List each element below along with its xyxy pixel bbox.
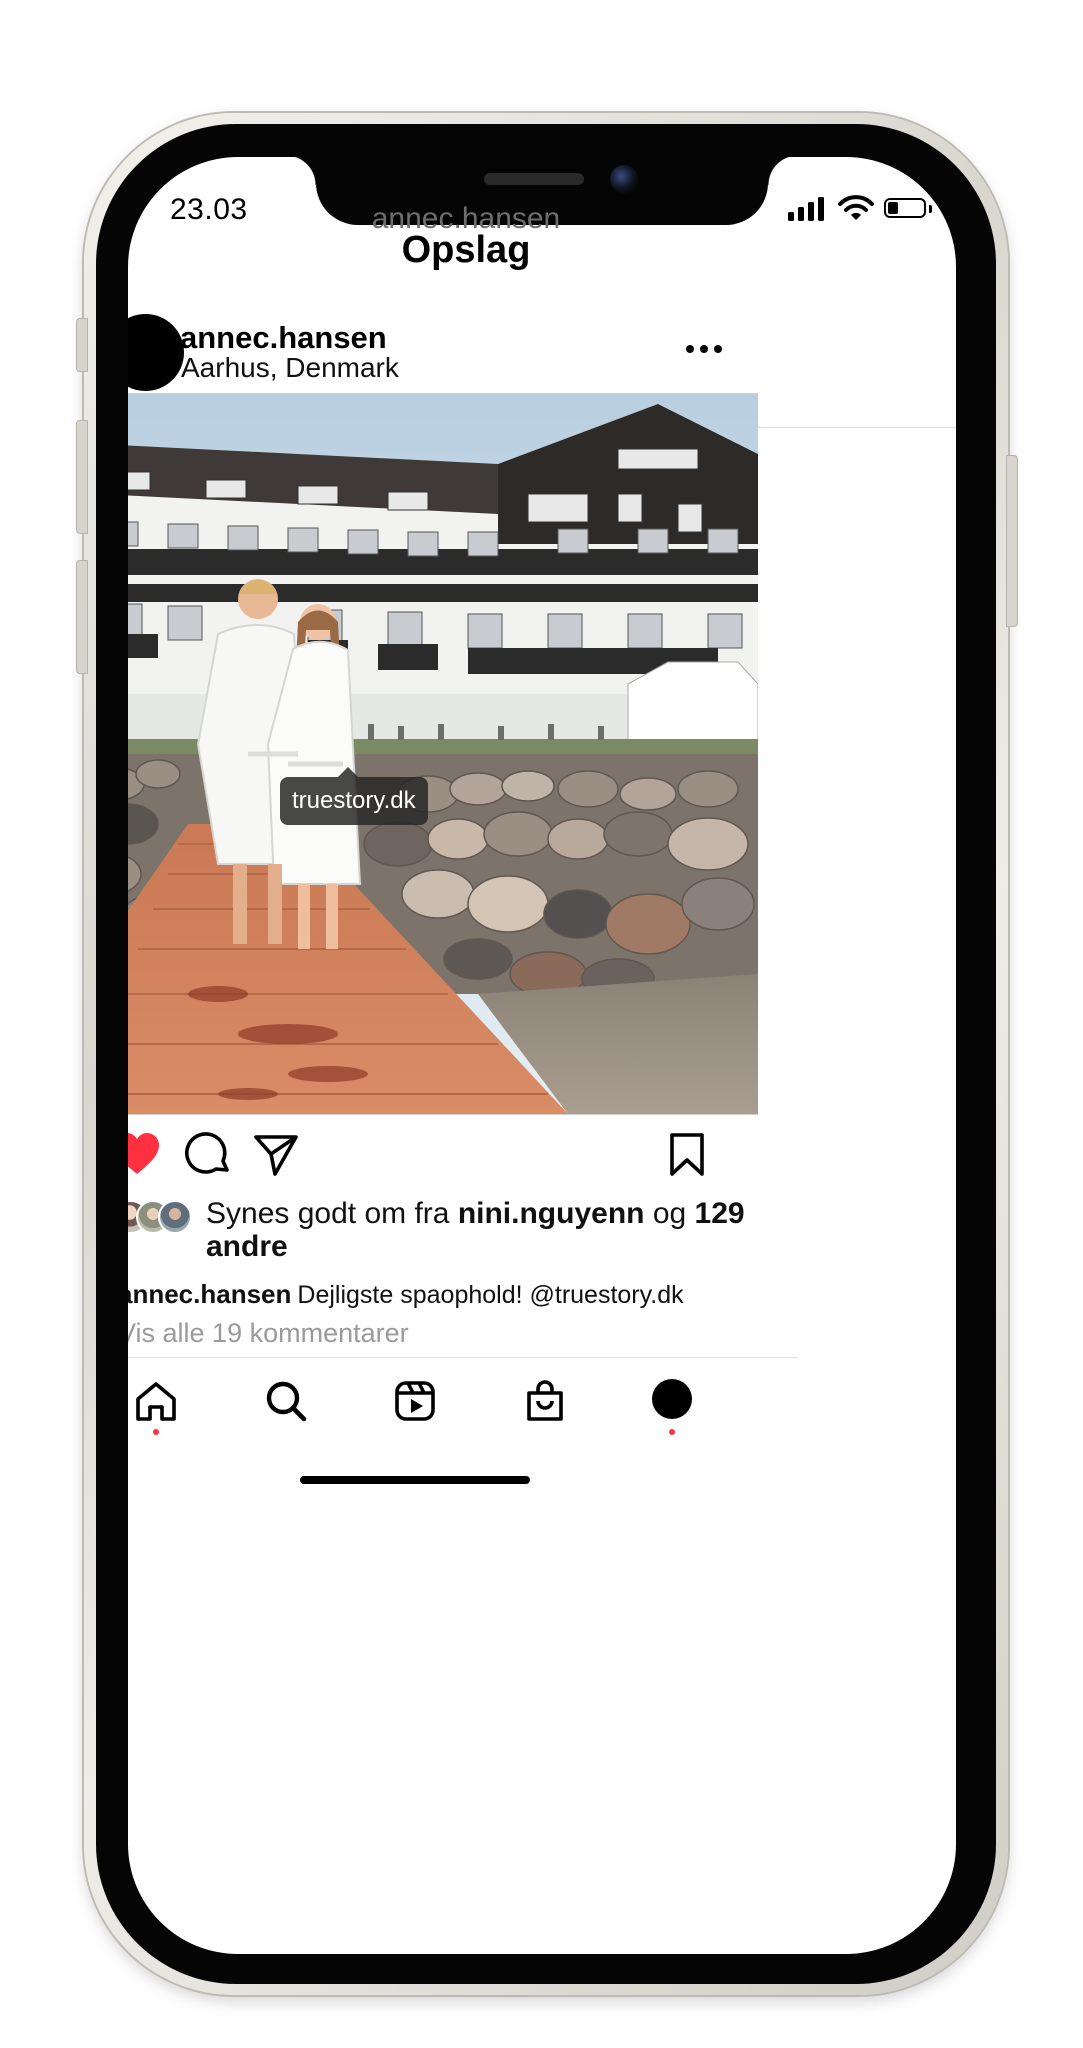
power-button [1006,455,1018,627]
liker-avatar [158,1200,192,1234]
bottom-nav [128,1357,798,1478]
comment-icon[interactable] [183,1130,233,1180]
reels-icon[interactable] [393,1379,437,1423]
shop-icon[interactable] [523,1379,567,1423]
photo-tag[interactable]: truestory.dk [280,767,428,825]
signal-icon [788,195,828,221]
speaker-grille [484,173,584,185]
heart-icon[interactable] [128,1130,162,1180]
home-badge-dot [153,1429,159,1435]
battery-tip [929,205,932,213]
caption-username[interactable]: annec.hansen [128,1279,291,1309]
likes-suffix[interactable]: andre [206,1230,288,1263]
wifi-icon [838,195,874,220]
post-location[interactable]: Aarhus, Denmark [181,352,399,384]
send-icon[interactable] [251,1130,301,1180]
post-caption: annec.hansen Dejligste spaophold! @truest… [128,1279,758,1310]
silent-switch [76,318,88,372]
volume-up-button [76,420,88,534]
profile-badge-dot [669,1429,675,1435]
likes-summary[interactable]: Synes godt om fra nini.nguyenn og 129 an… [206,1197,766,1263]
likes-prefix: Synes godt om fra [206,1197,450,1230]
volume-down-button [76,560,88,674]
view-comments-link[interactable]: Vis alle 19 kommentarer [128,1318,409,1349]
more-horizontal-icon[interactable] [686,343,726,355]
front-camera [610,165,638,193]
caption-text: Dejligste spaophold! @truestory.dk [297,1281,684,1309]
liker-username[interactable]: nini.nguyenn [458,1197,645,1230]
likes-count[interactable]: 129 [695,1197,745,1230]
profile-avatar[interactable] [652,1379,692,1419]
photo-illustration [128,394,758,1114]
liker-avatars[interactable] [128,1200,194,1234]
home-indicator[interactable] [300,1476,530,1484]
bookmark-icon[interactable] [662,1130,712,1180]
home-icon[interactable] [134,1379,178,1423]
search-icon[interactable] [264,1379,308,1423]
page-title: Opslag [401,229,531,271]
likes-connector: og [652,1197,687,1230]
battery-icon [884,198,926,218]
author-username[interactable]: annec.hansen [180,320,387,356]
post-photo[interactable] [128,393,758,1115]
phone-screen: 23.03 annec.hansen Opslag annec.hansen A… [128,157,956,1954]
